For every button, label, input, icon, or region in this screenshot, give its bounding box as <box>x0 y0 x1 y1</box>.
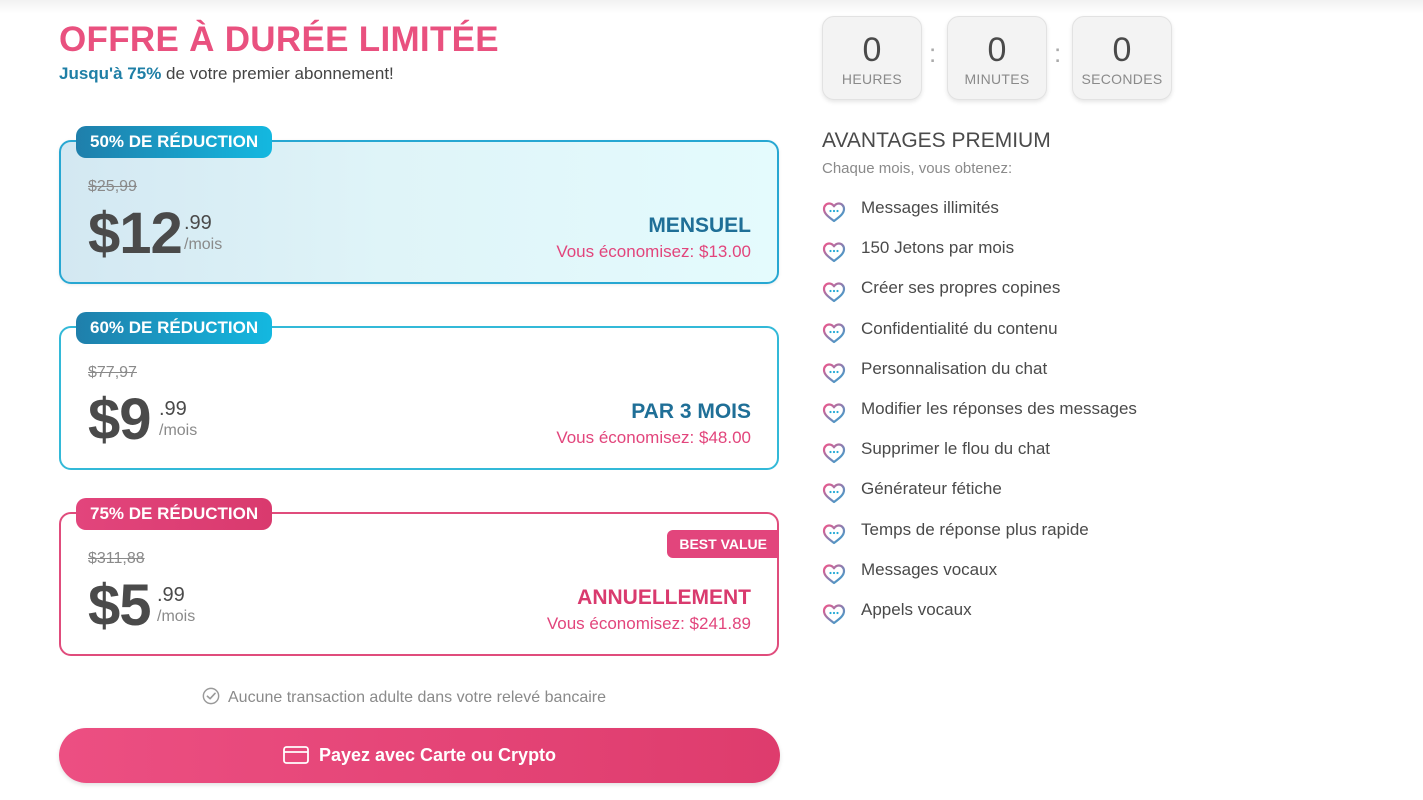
heart-chat-icon <box>822 564 846 584</box>
top-shade <box>0 0 1423 14</box>
offer-subline: Jusqu'à 75% de votre premier abonnement! <box>59 64 394 84</box>
best-value-tag: BEST VALUE <box>667 530 779 558</box>
original-price: $77,97 <box>88 364 137 381</box>
credit-card-icon <box>283 746 309 764</box>
heart-chat-icon <box>822 363 846 383</box>
perk-label: Personnalisation du chat <box>861 358 1048 378</box>
perk-label: Générateur fétiche <box>861 479 1002 499</box>
plan-card-quarterly[interactable]: 60% DE RÉDUCTION $77,97 $9 .99 /mois PAR… <box>59 312 779 470</box>
perk-label: 150 Jetons par mois <box>861 238 1015 258</box>
heart-chat-icon <box>822 403 846 424</box>
premium-perks-list: Messages illimités 150 Jetons par mois Cré… <box>822 198 1137 640</box>
plan-savings: Vous économisez: $48.00 <box>556 428 751 447</box>
seconds-label: SECONDES <box>1081 71 1163 87</box>
price-main: $5 <box>88 573 152 638</box>
price-cents: .99 <box>184 212 212 234</box>
heart-chat-icon <box>822 202 846 223</box>
heart-chat-icon <box>822 604 846 624</box>
original-price: $25,99 <box>88 178 137 195</box>
premium-title: AVANTAGES PREMIUM <box>822 129 1051 152</box>
discount-badge: 60% DE RÉDUCTION <box>76 312 273 344</box>
perk-label: Messages vocaux <box>861 559 998 579</box>
heart-chat-icon <box>822 282 846 303</box>
minutes-label: MINUTES <box>964 71 1030 87</box>
seconds-value: 0 <box>1112 31 1132 69</box>
hours-value: 0 <box>862 31 882 69</box>
timer-separator: : <box>929 38 937 68</box>
plan-card-monthly[interactable]: 50% DE RÉDUCTION $25,99 $12 .99 /mois ME… <box>59 126 779 284</box>
timer-separator: : <box>1054 38 1062 68</box>
plan-savings: Vous économisez: $241.89 <box>546 614 751 633</box>
price-main: $12 <box>88 201 183 266</box>
check-circle-icon <box>202 687 220 705</box>
perk-item: Personnalisation du chat <box>822 359 1137 399</box>
discreet-billing-notice: Aucune transaction adulte dans votre rel… <box>202 687 606 707</box>
perk-label: Messages illimités <box>861 198 999 217</box>
perk-item: Confidentialité du contenu <box>822 319 1137 359</box>
minutes-value: 0 <box>987 31 1007 69</box>
perk-label: Modifier les réponses des messages <box>861 398 1137 418</box>
perk-item: Supprimer le flou du chat <box>822 439 1137 479</box>
perk-label: Supprimer le flou du chat <box>861 439 1050 459</box>
original-price: $311,88 <box>88 550 145 567</box>
offer-headline: OFFRE À DURÉE LIMITÉE <box>59 20 499 59</box>
perk-item: Générateur fétiche <box>822 479 1137 519</box>
heart-chat-icon <box>822 483 846 504</box>
price-cents: .99 <box>157 584 185 606</box>
plan-name: MENSUEL <box>648 214 751 237</box>
premium-subtitle: Chaque mois, vous obtenez: <box>822 160 1013 177</box>
price-main: $9 <box>88 387 152 452</box>
heart-chat-icon <box>822 523 846 544</box>
hours-label: HEURES <box>841 71 903 87</box>
perk-item: 150 Jetons par mois <box>822 238 1137 278</box>
perk-item: Modifier les réponses des messages <box>822 399 1137 439</box>
perk-item: Messages vocaux <box>822 560 1137 600</box>
countdown-minutes: 0 MINUTES <box>947 16 1047 100</box>
perk-label: Temps de réponse plus rapide <box>861 519 1089 539</box>
price-period: /mois <box>159 422 198 439</box>
notice-text: Aucune transaction adulte dans votre rel… <box>228 689 607 706</box>
heart-chat-icon <box>822 322 846 343</box>
countdown-seconds: 0 SECONDES <box>1072 16 1172 100</box>
price-period: /mois <box>184 236 223 253</box>
perk-item: Temps de réponse plus rapide <box>822 520 1137 560</box>
discount-badge: 75% DE RÉDUCTION <box>76 498 273 530</box>
discount-badge: 50% DE RÉDUCTION <box>76 126 273 158</box>
price-period: /mois <box>157 608 196 625</box>
perk-label: Appels vocaux <box>861 599 972 619</box>
plan-savings: Vous économisez: $13.00 <box>556 242 751 261</box>
plan-card-yearly[interactable]: 75% DE RÉDUCTION BEST VALUE $311,88 $5 .… <box>59 498 779 656</box>
plan-name: ANNUELLEMENT <box>577 586 751 609</box>
perk-label: Créer ses propres copines <box>861 278 1061 298</box>
offer-subline-text: de votre premier abonnement! <box>161 64 394 83</box>
perk-item: Messages illimités <box>822 198 1137 238</box>
plan-name: PAR 3 MOIS <box>631 400 751 423</box>
perk-item: Appels vocaux <box>822 600 1137 640</box>
perk-item: Créer ses propres copines <box>822 278 1137 318</box>
offer-discount-highlight: Jusqu'à 75% <box>59 64 162 83</box>
heart-chat-icon <box>822 242 846 263</box>
heart-chat-icon <box>822 443 846 464</box>
pay-button[interactable]: Payez avec Carte ou Crypto <box>59 728 780 783</box>
pay-button-label: Payez avec Carte ou Crypto <box>318 745 557 765</box>
perk-label: Confidentialité du contenu <box>861 318 1058 338</box>
price-cents: .99 <box>159 398 187 420</box>
countdown-hours: 0 HEURES <box>822 16 922 100</box>
